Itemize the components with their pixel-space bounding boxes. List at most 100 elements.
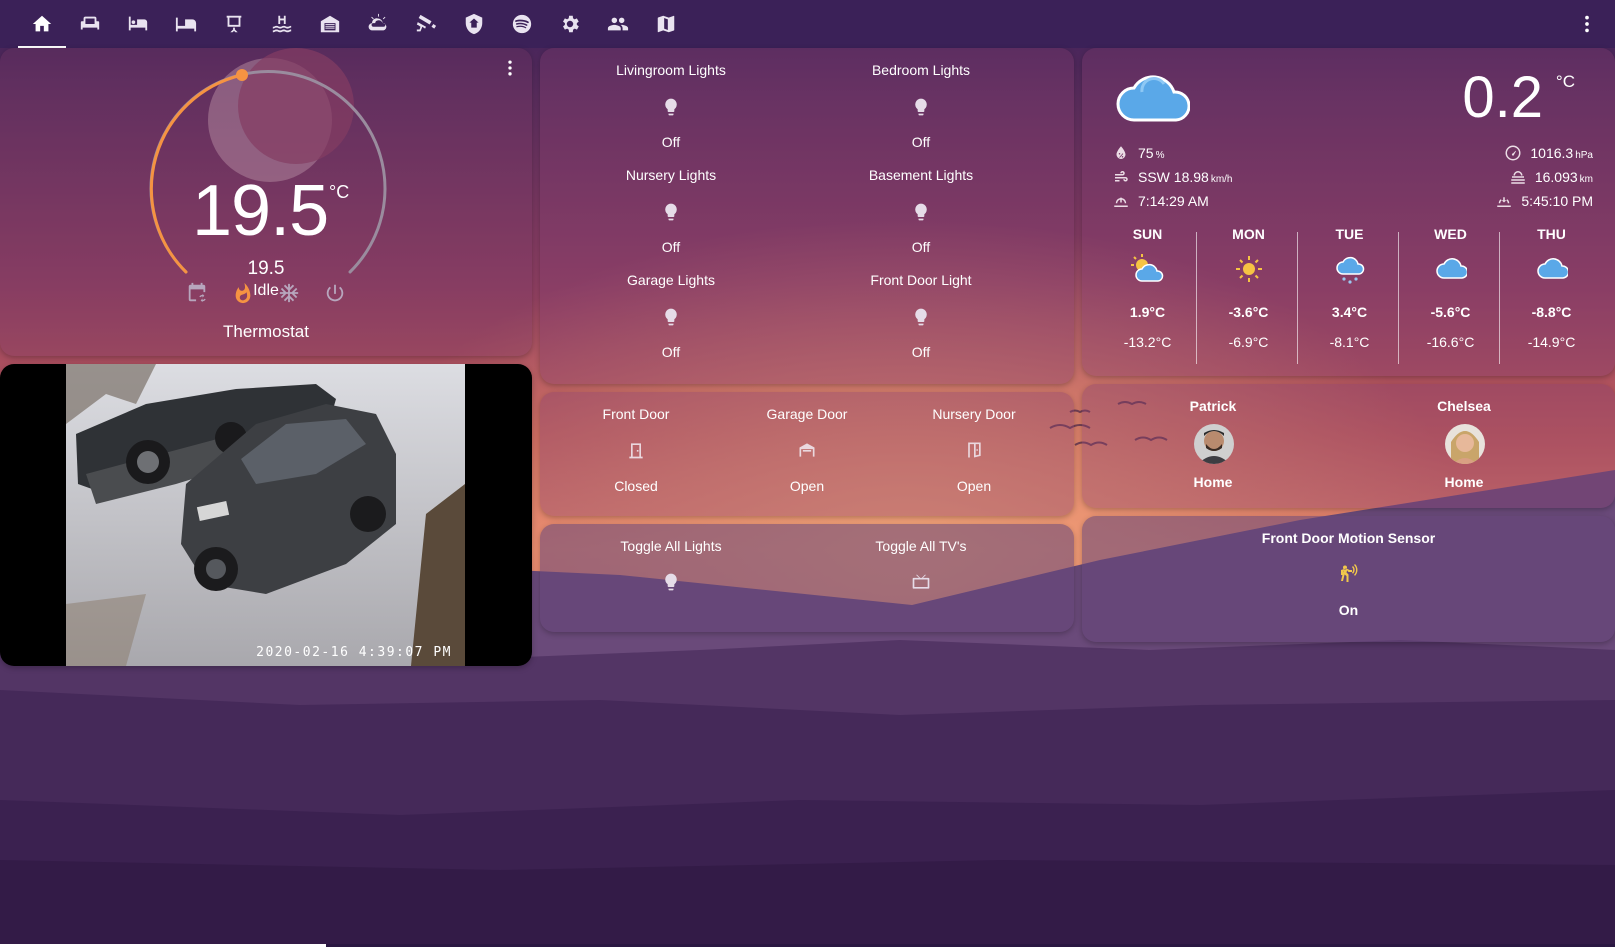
toggle-all-lights-button[interactable]: Toggle All Lights xyxy=(546,538,796,608)
toggles-card: Toggle All Lights Toggle All TV's xyxy=(540,524,1074,632)
tab-weather[interactable] xyxy=(354,0,402,48)
person-chelsea[interactable]: Chelsea Home xyxy=(1339,398,1589,498)
tab-home[interactable] xyxy=(18,0,66,48)
weather-partly-cloudy-icon xyxy=(368,13,387,31)
tab-theater[interactable] xyxy=(210,0,258,48)
thermostat-slider-handle xyxy=(236,69,248,81)
light-state: Off xyxy=(911,239,931,255)
lightbulb-icon xyxy=(665,308,677,326)
thermostat-target-temp: 19.5 xyxy=(247,258,285,279)
mode-schedule-button[interactable] xyxy=(186,282,208,309)
motion-sensor-entity: Front Door Motion Sensor On xyxy=(1082,530,1615,630)
cloudy-icon xyxy=(1536,258,1568,279)
mode-cool-button[interactable] xyxy=(278,282,300,309)
camera-snapshot xyxy=(66,364,465,666)
calendar-sync-icon xyxy=(188,282,206,303)
light-state: Off xyxy=(661,239,681,255)
forecast-day: MON -3.6°C -6.9°C xyxy=(1228,226,1269,350)
water-percent-icon xyxy=(1116,146,1126,159)
toggle-label: Toggle All Lights xyxy=(620,538,722,554)
door-front[interactable]: Front Door Closed xyxy=(552,406,720,506)
pool-icon xyxy=(272,15,292,33)
person-state: Home xyxy=(1193,474,1233,490)
motion-sensor-card[interactable]: Front Door Motion Sensor On xyxy=(1082,516,1615,642)
light-label: Bedroom Lights xyxy=(871,62,971,78)
account-group-icon xyxy=(607,17,629,31)
lightbulb-icon xyxy=(915,203,927,221)
light-label: Front Door Light xyxy=(870,272,972,288)
top-toolbar xyxy=(0,0,1615,48)
forecast-day: SUN 1.9°C -13.2°C xyxy=(1123,226,1172,350)
door-label: Garage Door xyxy=(766,406,848,422)
forecast-divider xyxy=(1398,232,1399,364)
doors-card: Front Door Closed Garage Door Open Nurse… xyxy=(540,392,1074,516)
avatar xyxy=(1445,424,1485,464)
toggle-label: Toggle All TV's xyxy=(875,538,967,554)
dots-vertical-icon xyxy=(508,60,512,76)
door-state: Open xyxy=(789,478,825,494)
motion-state: On xyxy=(1338,602,1359,618)
motion-label: Front Door Motion Sensor xyxy=(1261,530,1436,546)
forecast-day: WED -5.6°C -16.6°C xyxy=(1426,226,1475,350)
person-name: Chelsea xyxy=(1437,398,1491,414)
light-label: Nursery Lights xyxy=(625,167,717,183)
cloudy-icon xyxy=(1435,258,1467,279)
tab-bedroom[interactable] xyxy=(114,0,162,48)
weather-pressure: 1016.3 hPa xyxy=(1504,144,1593,162)
avatar xyxy=(1194,424,1234,464)
weather-windy-icon xyxy=(1115,171,1128,182)
thermostat-name: Thermostat xyxy=(223,322,309,341)
door-label: Front Door xyxy=(602,406,670,422)
power-icon xyxy=(326,284,344,302)
tab-livingroom[interactable] xyxy=(66,0,114,48)
light-state: Off xyxy=(661,344,681,360)
camera-feed-card[interactable]: 2020-02-16 4:39:07 PM xyxy=(0,364,532,666)
light-label: Garage Lights xyxy=(627,272,715,288)
tab-map[interactable] xyxy=(642,0,690,48)
partly-cloudy-icon xyxy=(1130,254,1163,282)
tab-garage[interactable] xyxy=(306,0,354,48)
tab-alarm[interactable] xyxy=(450,0,498,48)
mode-off-button[interactable] xyxy=(324,282,346,309)
forecast-day: THU -8.8°C -14.9°C xyxy=(1527,226,1576,350)
mode-heat-button[interactable] xyxy=(232,282,254,309)
garage-open-icon xyxy=(799,443,815,457)
forecast-day: TUE 3.4°C -8.1°C xyxy=(1329,226,1370,350)
camera-timestamp: 2020-02-16 4:39:07 PM xyxy=(256,645,452,660)
tab-pool[interactable] xyxy=(258,0,306,48)
tab-spotify[interactable] xyxy=(498,0,546,48)
fire-icon xyxy=(235,282,251,304)
thermostat-mode-bar xyxy=(0,282,532,309)
gauge-icon xyxy=(1505,145,1521,161)
motion-sensor-icon xyxy=(1340,564,1357,582)
door-state: Closed xyxy=(614,478,658,494)
lights-card: Livingroom Lights Off Bedroom Lights Off… xyxy=(540,48,1074,384)
tab-guestroom[interactable] xyxy=(162,0,210,48)
weather-sunset-down-icon xyxy=(1497,197,1512,207)
bed-icon xyxy=(128,16,148,31)
forecast-divider xyxy=(1297,232,1298,364)
toggle-all-tvs-button[interactable]: Toggle All TV's xyxy=(796,538,1046,608)
light-state: Off xyxy=(911,134,931,150)
television-icon xyxy=(912,574,930,589)
overflow-menu-button[interactable] xyxy=(1575,12,1599,36)
person-state: Home xyxy=(1444,474,1484,490)
weather-fog-icon xyxy=(1511,171,1525,184)
door-nursery[interactable]: Nursery Door Open xyxy=(890,406,1058,506)
light-label: Basement Lights xyxy=(868,167,974,183)
tab-settings[interactable] xyxy=(546,0,594,48)
snowflake-icon xyxy=(279,283,299,303)
map-icon xyxy=(657,15,675,33)
weather-card[interactable]: 0.2 °C 75% SSW 18.98 km/h 7:14:29 AM 1016… xyxy=(1082,48,1615,376)
cloudy-icon xyxy=(1116,75,1191,122)
weather-sunset-up-icon xyxy=(1114,197,1128,207)
person-patrick[interactable]: Patrick Home xyxy=(1088,398,1338,498)
sofa-icon xyxy=(80,16,100,30)
tab-security-camera[interactable] xyxy=(402,0,450,48)
thermostat-menu-button[interactable] xyxy=(500,58,520,83)
door-garage[interactable]: Garage Door Open xyxy=(723,406,891,506)
weather-unit: °C xyxy=(1555,72,1575,91)
tab-people[interactable] xyxy=(594,0,642,48)
gear-icon xyxy=(563,15,579,33)
shield-home-icon xyxy=(465,13,483,35)
